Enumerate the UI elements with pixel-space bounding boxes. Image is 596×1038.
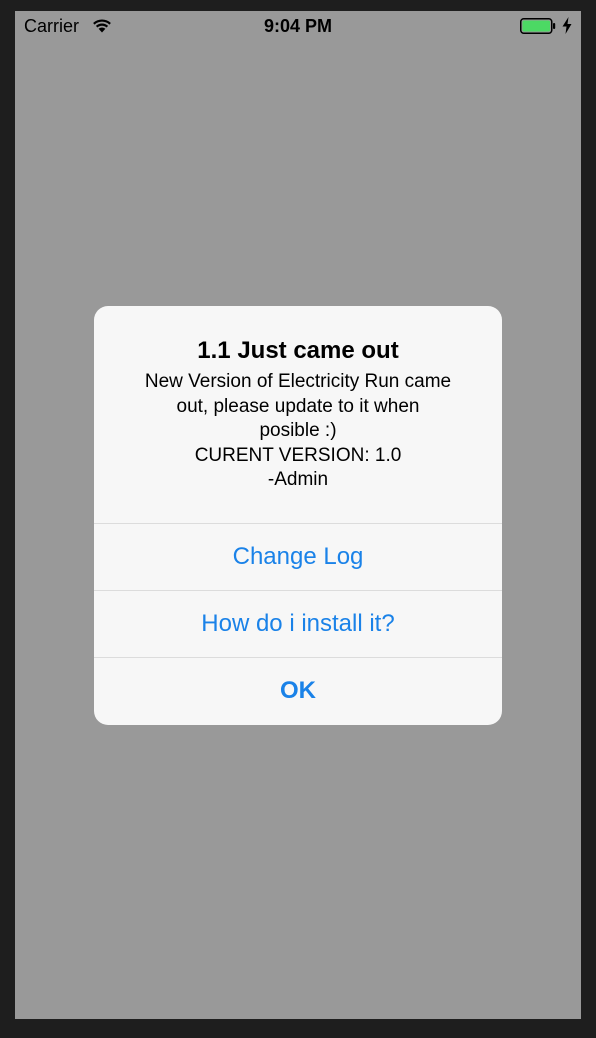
alert-message-line: New Version of Electricity Run came [144,371,452,392]
charging-bolt-icon [562,17,572,34]
battery-icon [520,18,556,34]
status-time: 9:04 PM [263,16,333,36]
alert-message-line: out, please update to it when [176,395,420,417]
change-log-button[interactable]: Change Log [94,523,502,590]
alert-message-line: -Admin [267,469,329,490]
app-screen: Carrier 9:04 PM 1.1 Just came out New Ve… [15,11,581,1019]
alert-content: 1.1 Just came out New Version of Electri… [94,306,502,523]
alert-title: 1.1 Just came out [197,337,399,364]
alert-message-line: CURENT VERSION: 1.0 [194,444,402,466]
alert-message-line: posible :) [259,420,337,441]
alert-message: New Version of Electricity Run came out,… [94,370,502,493]
install-help-button[interactable]: How do i install it? [94,590,502,657]
update-alert-dialog: 1.1 Just came out New Version of Electri… [94,306,502,725]
ok-button[interactable]: OK [94,657,502,724]
status-bar: Carrier 9:04 PM [15,11,581,41]
device-frame: Carrier 9:04 PM 1.1 Just came out New Ve… [0,0,596,1038]
